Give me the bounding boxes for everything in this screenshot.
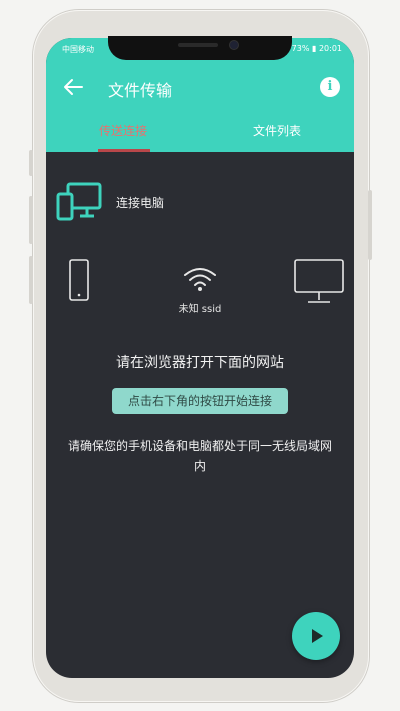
phone-side-button	[29, 256, 33, 304]
main-content: 连接电脑 未知 ssid 请在浏览器打开下面的网站 点击右下角的按钮开始连接 请…	[46, 152, 354, 678]
carrier-text: 中国移动	[62, 45, 94, 54]
devices-illustration: 未知 ssid	[46, 248, 354, 338]
wifi-icon	[182, 266, 218, 292]
phone-notch	[108, 36, 292, 60]
play-icon	[312, 629, 323, 643]
arrow-left-icon[interactable]	[62, 77, 84, 97]
battery-icon: ▮	[311, 44, 317, 53]
phone-side-button	[29, 196, 33, 244]
clock-text: 20:01	[318, 44, 342, 53]
battery-level: 73%	[291, 44, 310, 53]
app-screen: 中国移动 73% ▮ 20:01 文件传输 i 传送连接 文件列表 连接电脑 未…	[46, 38, 354, 678]
smartphone-icon	[66, 258, 92, 302]
phone-power-button	[368, 190, 372, 260]
app-bar: 文件传输 i	[46, 68, 354, 108]
info-icon[interactable]: i	[320, 77, 340, 97]
tab-bar: 传送连接 文件列表	[46, 114, 354, 152]
tab-file-list[interactable]: 文件列表	[200, 122, 354, 139]
tab-transfer-connect[interactable]: 传送连接	[46, 122, 200, 139]
browser-prompt: 请在浏览器打开下面的网站	[116, 355, 284, 371]
start-connection-button[interactable]	[292, 612, 340, 660]
page-title: 文件传输	[108, 81, 173, 100]
phone-side-button	[29, 150, 33, 176]
status-right: 73% ▮ 20:01	[292, 44, 342, 53]
phone-monitor-icon	[56, 182, 102, 222]
network-note: 请确保您的手机设备和电脑都处于同一无线局域网内	[67, 439, 332, 473]
monitor-icon	[292, 258, 346, 306]
connect-computer-label: 连接电脑	[116, 196, 165, 210]
connect-computer-row: 连接电脑	[56, 182, 344, 222]
connection-hint-button[interactable]: 点击右下角的按钮开始连接	[112, 388, 288, 414]
